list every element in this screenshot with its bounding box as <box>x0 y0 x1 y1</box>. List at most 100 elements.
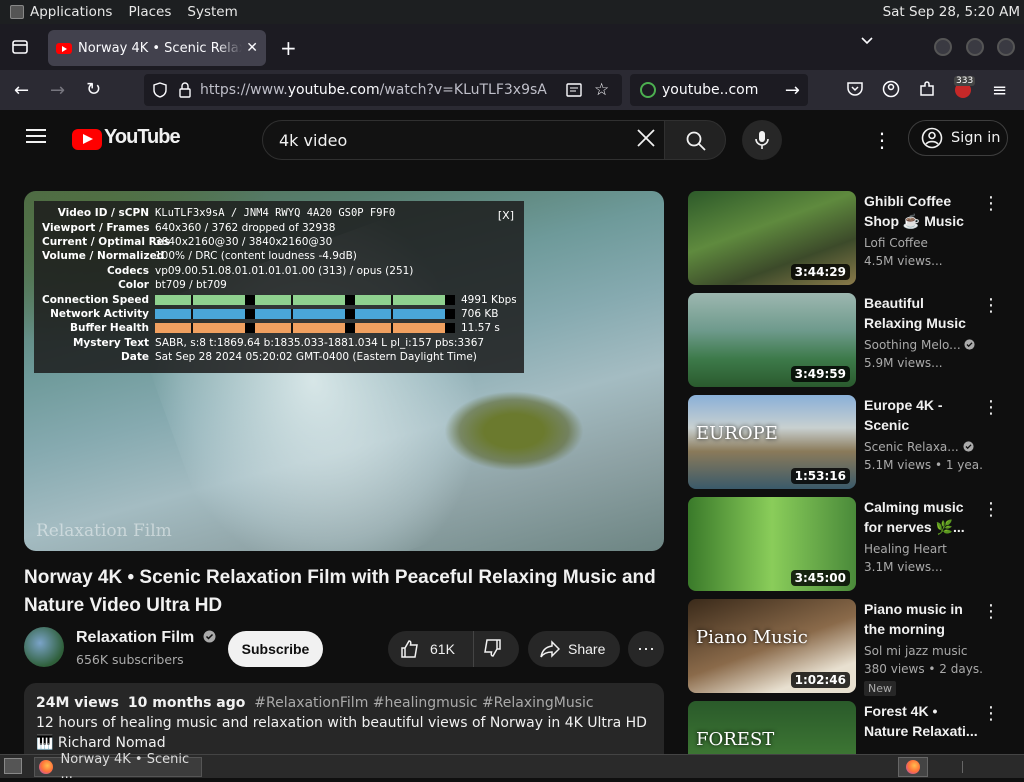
workspace-switcher-1[interactable] <box>898 757 928 777</box>
stats-graph <box>155 308 455 319</box>
related-video-title[interactable]: Forest 4K • Nature Relaxati... <box>864 701 978 741</box>
list-all-tabs-chevron-icon[interactable] <box>860 36 874 46</box>
stats-row: Video ID / sCPN KLuTLF3x9sA / JNM4 RWYQ 4… <box>42 206 516 220</box>
system-menu[interactable]: System <box>187 4 237 20</box>
reader-view-icon[interactable] <box>566 82 582 98</box>
new-tab-plus-icon[interactable]: + <box>280 36 297 60</box>
search-engine-icon[interactable] <box>640 82 656 98</box>
url-bar[interactable]: https://www.youtube.com/watch?v=KLuTLF3x… <box>144 74 622 106</box>
channel-name[interactable]: Relaxation Film <box>76 629 216 647</box>
related-channel-name[interactable]: Healing Heart <box>864 542 984 556</box>
sign-in-button[interactable]: Sign in <box>908 120 1008 156</box>
new-badge: New <box>864 681 896 696</box>
search-go-arrow-icon[interactable]: → <box>785 80 800 101</box>
description-line: 🎹 Richard Nomad <box>36 735 166 751</box>
guide-menu-icon[interactable] <box>26 128 46 144</box>
url-text: https://www.youtube.com/watch?v=KLuTLF3x… <box>200 82 547 98</box>
video-thumbnail[interactable]: 3:44:29 <box>688 191 856 285</box>
description-box[interactable]: 24M views 10 months ago #RelaxationFilm … <box>24 683 664 754</box>
window-close-button[interactable] <box>997 38 1015 56</box>
voice-search-button[interactable] <box>742 120 782 160</box>
pocket-icon[interactable] <box>846 81 864 97</box>
browser-nav-toolbar: ← → ↻ https://www.youtube.com/watch?v=KL… <box>0 70 1024 110</box>
related-channel-name[interactable]: Soothing Melo... <box>864 338 984 352</box>
places-menu[interactable]: Places <box>128 4 171 20</box>
video-thumbnail[interactable]: FOREST <box>688 701 856 754</box>
related-video-title[interactable]: Beautiful Relaxing Music ... <box>864 293 978 333</box>
stats-row: Mystery Text SABR, s:8 t:1869.64 b:1835.0… <box>42 336 516 350</box>
video-thumbnail[interactable]: 3:45:00 <box>688 497 856 591</box>
youtube-logo-text[interactable]: YouTube <box>104 126 181 149</box>
reload-icon[interactable]: ↻ <box>86 79 101 100</box>
like-button[interactable]: 61K <box>388 631 474 667</box>
subscriber-count: 656K subscribers <box>76 652 184 667</box>
subscribe-button[interactable]: Subscribe <box>228 631 323 667</box>
hamburger-menu-icon[interactable]: ≡ <box>992 80 1007 101</box>
related-channel-name[interactable]: Lofi Coffee <box>864 236 984 250</box>
stats-key: Current / Optimal Res <box>42 235 171 248</box>
channel-avatar[interactable] <box>24 627 64 667</box>
more-vertical-icon[interactable]: ⋮ <box>982 193 1000 214</box>
clear-search-icon[interactable] <box>636 128 656 148</box>
tab-list-icon[interactable] <box>11 38 29 56</box>
more-actions-button[interactable]: ⋯ <box>628 631 664 667</box>
related-video-title[interactable]: Ghibli Coffee Shop ☕ Music t... <box>864 191 978 231</box>
related-video-title[interactable]: Calming music for nerves 🌿... <box>864 497 978 537</box>
stats-row: Codecs vp09.00.51.08.01.01.01.01.00 (313)… <box>42 264 516 278</box>
back-arrow-icon[interactable]: ← <box>14 80 29 101</box>
show-desktop-icon[interactable] <box>4 758 22 774</box>
more-vertical-icon[interactable]: ⋮ <box>982 601 1000 622</box>
lock-icon[interactable] <box>178 82 192 98</box>
dislike-button[interactable] <box>474 638 502 661</box>
more-vertical-icon[interactable]: ⋮ <box>982 295 1000 316</box>
related-video-item[interactable]: 3:44:29 Ghibli Coffee Shop ☕ Music t... Lo… <box>688 191 1008 285</box>
browser-tab-strip: Norway 4K • Scenic Relaxati ✕ + <box>0 24 1024 70</box>
panel-clock[interactable]: Sat Sep 28, 5:20 AM <box>883 4 1020 20</box>
firefox-mini-icon <box>906 760 920 774</box>
video-thumbnail[interactable]: 3:49:59 <box>688 293 856 387</box>
video-thumbnail[interactable]: Piano Music 1:02:46 <box>688 599 856 693</box>
extensions-puzzle-icon[interactable] <box>918 80 936 98</box>
video-thumbnail[interactable]: EUROPE 1:53:16 <box>688 395 856 489</box>
browser-tab-active[interactable]: Norway 4K • Scenic Relaxati ✕ <box>48 30 266 66</box>
more-vertical-icon[interactable]: ⋮ <box>982 499 1000 520</box>
more-vertical-icon[interactable]: ⋮ <box>982 703 1000 724</box>
bookmark-star-icon[interactable]: ☆ <box>594 80 609 100</box>
related-video-item[interactable]: 3:49:59 Beautiful Relaxing Music ... Sooth… <box>688 293 1008 387</box>
window-maximize-button[interactable] <box>966 38 984 56</box>
related-channel-name[interactable]: Scenic Relaxa... <box>864 440 984 454</box>
tracking-shield-icon[interactable] <box>152 82 168 98</box>
related-video-item[interactable]: Piano Music 1:02:46 Piano music in the mor… <box>688 599 1008 696</box>
stats-value: bt709 / bt709 <box>155 279 227 292</box>
stats-for-nerds-panel: [X] Video ID / sCPN KLuTLF3x9sA / JNM4 RW… <box>34 201 524 373</box>
thumbs-down-icon <box>484 638 501 657</box>
stats-row: Current / Optimal Res 3840x2160@30 / 3840… <box>42 235 516 249</box>
forward-arrow-icon[interactable]: → <box>50 80 65 101</box>
related-video-item[interactable]: EUROPE 1:53:16 Europe 4K - Scenic Relaxati… <box>688 395 1008 489</box>
related-video-item[interactable]: 3:45:00 Calming music for nerves 🌿... Heal… <box>688 497 1008 591</box>
related-channel-name[interactable]: Sol mi jazz music <box>864 644 984 658</box>
video-player[interactable]: Relaxation Film [X] Video ID / sCPN KLuTL… <box>24 191 664 551</box>
applications-menu[interactable]: Applications <box>30 4 112 20</box>
related-video-title[interactable]: Piano music in the morning for... <box>864 599 978 639</box>
more-vertical-icon[interactable]: ⋮ <box>982 397 1000 418</box>
taskbar-window-button[interactable]: Norway 4K • Scenic ... <box>34 752 202 782</box>
account-icon[interactable] <box>882 80 900 98</box>
share-button[interactable]: Share <box>528 631 620 667</box>
related-video-item[interactable]: FOREST Forest 4K • Nature Relaxati... ⋮ <box>688 701 1008 754</box>
stats-key: Connection Speed <box>42 293 150 306</box>
applications-icon[interactable] <box>10 5 24 19</box>
duration-badge: 1:53:16 <box>790 468 850 484</box>
stats-close-button[interactable]: [X] <box>498 209 514 222</box>
related-video-title[interactable]: Europe 4K - Scenic Relaxati... <box>864 395 978 435</box>
search-bar[interactable]: youtube..com → <box>630 74 808 106</box>
youtube-search-input[interactable]: 4k video <box>262 120 672 160</box>
stats-value: 640x360 / 3762 dropped of 32938 <box>155 221 336 234</box>
settings-more-icon[interactable]: ⋮ <box>872 128 892 152</box>
duration-badge: 3:45:00 <box>790 570 850 586</box>
hashtags[interactable]: #RelaxationFilm #healingmusic #RelaxingM… <box>254 695 593 711</box>
tab-close-icon[interactable]: ✕ <box>246 40 258 56</box>
youtube-logo-icon[interactable] <box>72 129 102 150</box>
youtube-search-button[interactable] <box>664 120 726 160</box>
window-minimize-button[interactable] <box>934 38 952 56</box>
